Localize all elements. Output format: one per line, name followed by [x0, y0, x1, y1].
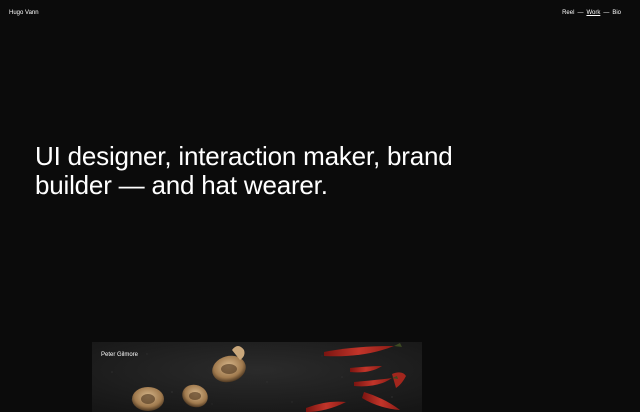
- project-label: Peter Gilmore: [101, 352, 139, 358]
- project-card[interactable]: Peter Gilmore: [92, 342, 422, 412]
- hero-line-2: builder — and hat wearer.: [35, 170, 328, 200]
- site-name-link[interactable]: Hugo Vann: [9, 10, 39, 16]
- nav-bio-link[interactable]: Bio: [612, 10, 621, 16]
- main-nav: Reel — Work — Bio: [562, 10, 621, 16]
- hero-headline: UI designer, interaction maker, brand bu…: [35, 142, 555, 200]
- nav-separator: —: [603, 10, 610, 16]
- nav-reel-link[interactable]: Reel: [562, 10, 574, 16]
- page: Hugo Vann Reel — Work — Bio UI designer,…: [0, 0, 640, 412]
- hero-line-1: UI designer, interaction maker, brand: [35, 141, 453, 171]
- nav-separator: —: [577, 10, 584, 16]
- nav-work-link[interactable]: Work: [586, 10, 600, 16]
- project-image: [92, 342, 422, 412]
